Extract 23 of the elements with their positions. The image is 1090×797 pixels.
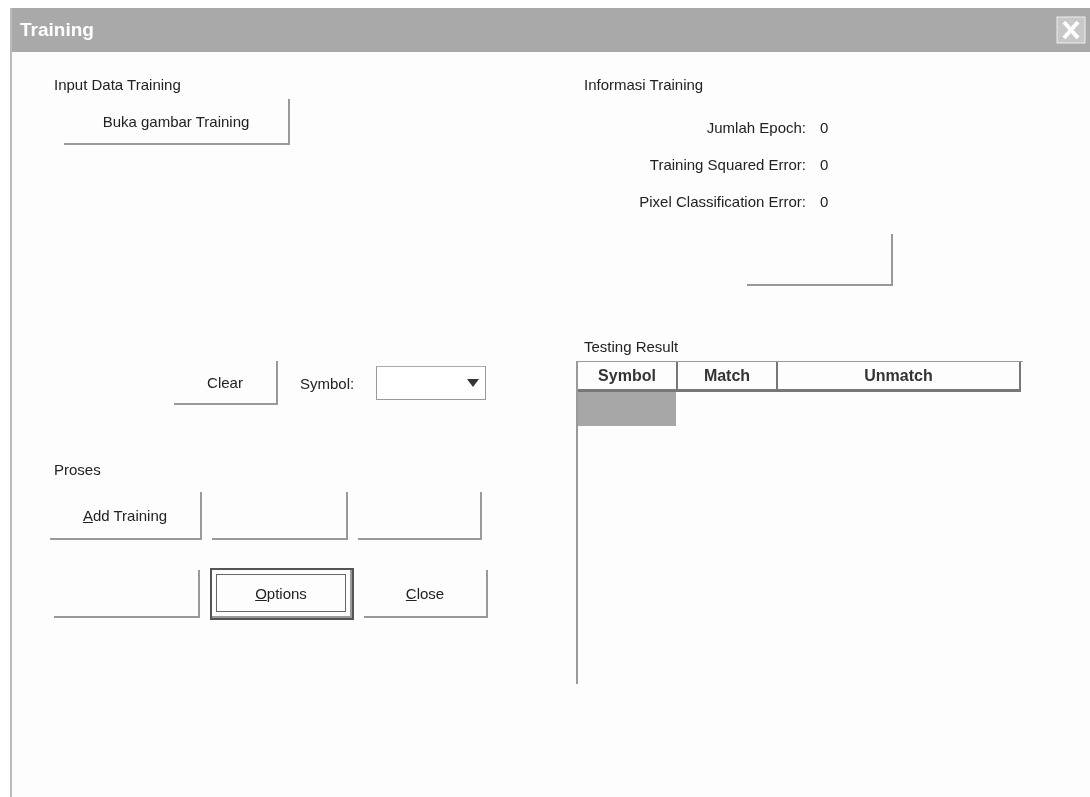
section-heading: Proses — [54, 461, 102, 478]
section-heading: Informasi Training — [584, 76, 705, 93]
info-label: Jumlah Epoch: — [705, 119, 806, 136]
info-label: Pixel Classification Error: — [638, 193, 806, 210]
section-heading: Testing Result — [584, 338, 680, 355]
caret-icon — [467, 379, 480, 387]
window-title: Training — [20, 19, 94, 41]
selected-cell[interactable] — [578, 392, 676, 426]
info-label: Training Squared Error: — [648, 156, 806, 173]
clear-button[interactable]: Clear — [174, 361, 278, 405]
dialog-button[interactable]: Options — [212, 570, 352, 618]
dialog-button[interactable]: Close — [364, 570, 488, 618]
column-header[interactable]: Unmatch — [778, 362, 1021, 392]
info-value: 0 — [820, 156, 830, 173]
open-image-button[interactable]: Buka gambar Training — [64, 99, 290, 145]
symbol-dropdown[interactable] — [376, 366, 487, 400]
symbol-label: Symbol: — [300, 374, 355, 392]
close-icon[interactable] — [1056, 16, 1086, 44]
dialog-button[interactable]: Add Training — [50, 492, 202, 540]
section-heading: Input Data Training — [54, 76, 182, 93]
info-value: 0 — [820, 193, 830, 210]
info-value: 0 — [820, 119, 830, 136]
column-header[interactable]: Match — [678, 362, 778, 392]
